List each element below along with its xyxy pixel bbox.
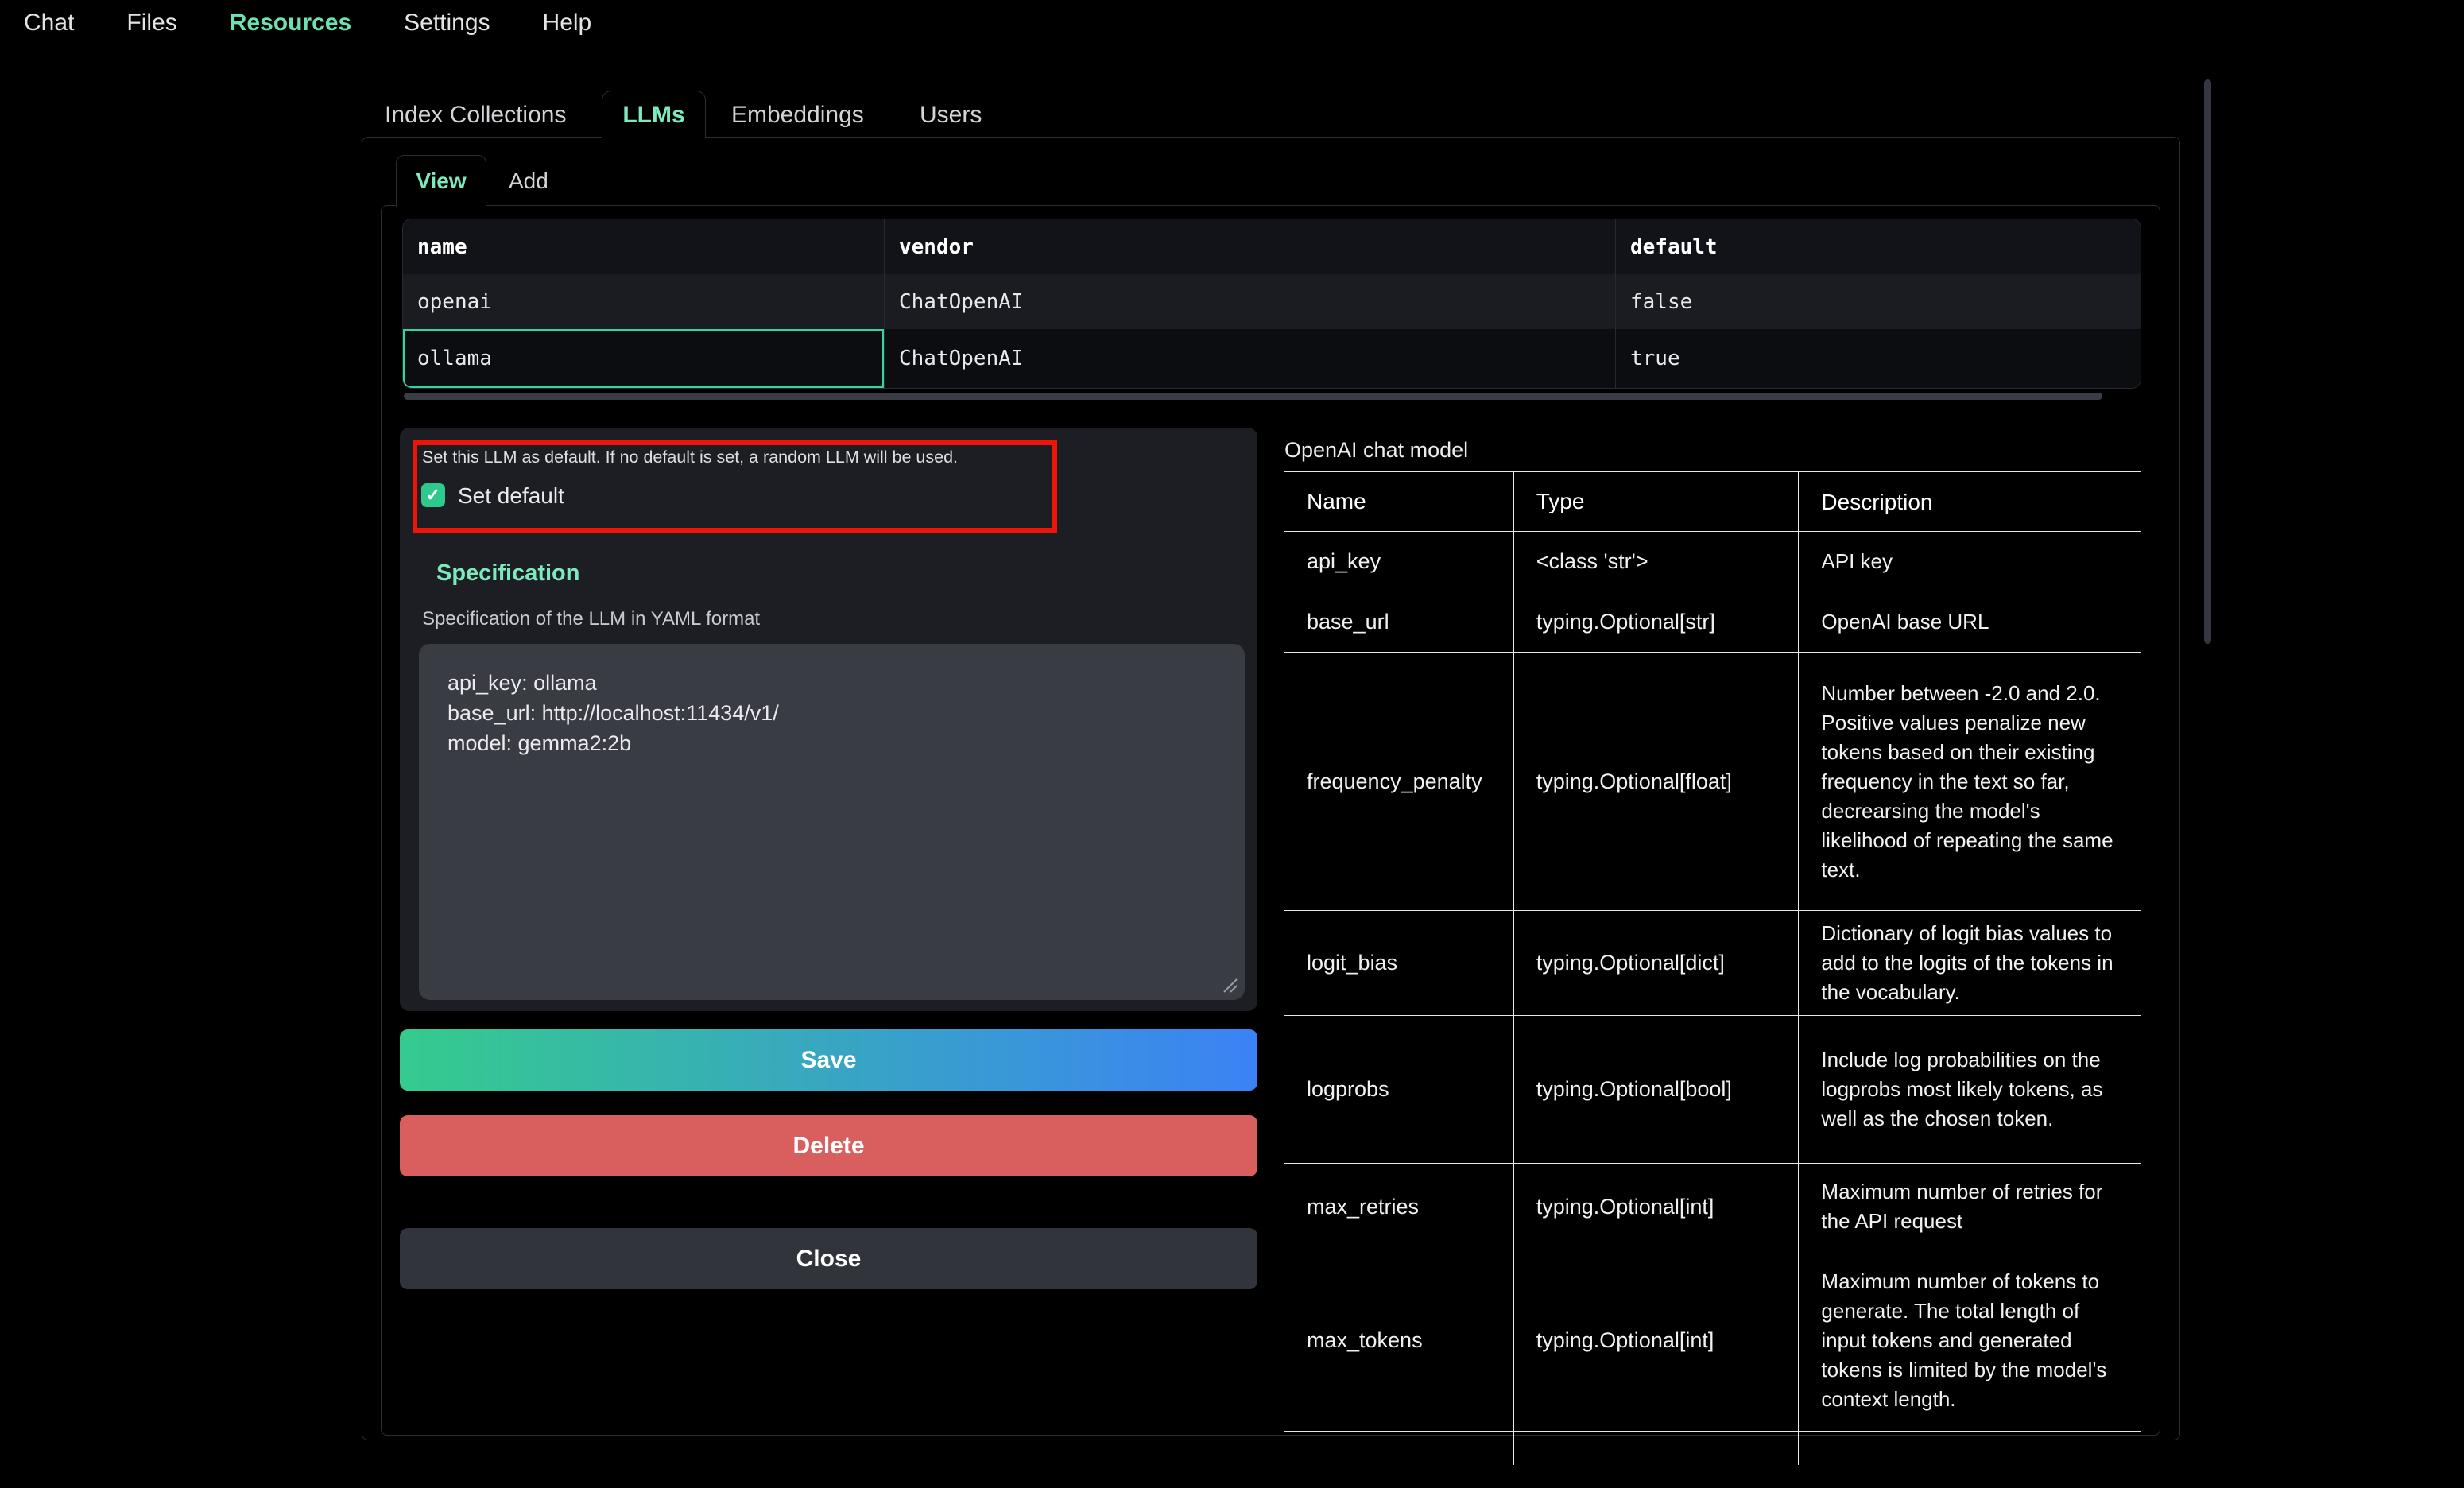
vertical-scrollbar[interactable] (2204, 79, 2211, 644)
set-default-checkbox[interactable]: ✓ (421, 483, 445, 507)
col-description: Description (1799, 472, 2141, 532)
param-type: typing.Optional[float] (1514, 653, 1800, 911)
param-type: typing.Optional[int] (1514, 1164, 1800, 1250)
llm-col-vendor: vendor (885, 219, 1616, 274)
col-type: Type (1514, 472, 1800, 532)
horizontal-scrollbar[interactable] (404, 393, 2102, 400)
checkmark-icon: ✓ (426, 485, 440, 506)
cell-default[interactable]: false (1616, 274, 2141, 329)
model-info-table: Name Type Description api_key <class 'st… (1284, 471, 2144, 1465)
nav-item-resources[interactable]: Resources (230, 10, 351, 37)
table-row: logit_bias typing.Optional[dict] Diction… (1284, 911, 2141, 1016)
param-name: logit_bias (1284, 911, 1514, 1016)
table-row-ollama[interactable]: ollama ChatOpenAI true (403, 329, 2141, 388)
param-name: max_tokens (1284, 1250, 1514, 1432)
table-row: api_key <class 'str'> API key (1284, 532, 2141, 591)
param-type: typing.Optional[str] (1514, 591, 1800, 653)
llm-col-default: default (1616, 219, 2141, 274)
table-row-openai[interactable]: openai ChatOpenAI false (403, 274, 2141, 329)
tab-embeddings[interactable]: Embeddings (731, 102, 864, 129)
param-description: Maximum number of retries for the API re… (1799, 1164, 2141, 1250)
cell-vendor[interactable]: ChatOpenAI (885, 329, 1616, 388)
col-name: Name (1284, 472, 1514, 532)
set-default-help-text: Set this LLM as default. If no default i… (422, 448, 958, 467)
llm-list-table: name vendor default openai ChatOpenAI fa… (402, 219, 2141, 389)
save-button[interactable]: Save (400, 1029, 1257, 1091)
cell-name[interactable]: openai (403, 274, 885, 329)
subtab-add[interactable]: Add (509, 169, 548, 194)
yaml-spec-textarea[interactable]: api_key: ollama base_url: http://localho… (419, 644, 1245, 1000)
delete-button[interactable]: Delete (400, 1115, 1257, 1176)
param-description: Number between -2.0 and 2.0. Positive va… (1799, 653, 2141, 911)
tab-llms[interactable]: LLMs (602, 91, 706, 138)
param-description: Include log probabilities on the logprob… (1799, 1016, 2141, 1164)
nav-item-files[interactable]: Files (126, 10, 176, 37)
table-row: logprobs typing.Optional[bool] Include l… (1284, 1016, 2141, 1164)
param-type: typing.Optional[bool] (1514, 1016, 1800, 1164)
specification-heading: Specification (436, 560, 580, 587)
subtab-view[interactable]: View (396, 155, 486, 207)
tab-users[interactable]: Users (920, 102, 982, 129)
param-description: Dictionary of logit bias values to add t… (1799, 911, 2141, 1016)
table-row: max_retries typing.Optional[int] Maximum… (1284, 1164, 2141, 1250)
param-name: api_key (1284, 532, 1514, 591)
specification-sublabel: Specification of the LLM in YAML format (422, 608, 760, 630)
nav-item-settings[interactable]: Settings (404, 10, 490, 37)
tab-llms-label: LLMs (622, 102, 684, 129)
nav-item-chat[interactable]: Chat (24, 10, 74, 37)
subtab-view-label: View (416, 169, 466, 194)
param-type: typing.Optional[dict] (1514, 911, 1800, 1016)
close-button[interactable]: Close (400, 1228, 1257, 1289)
model-info-header: Name Type Description (1284, 472, 2141, 532)
param-name: frequency_penalty (1284, 653, 1514, 911)
param-name: logprobs (1284, 1016, 1514, 1164)
param-description: OpenAI base URL (1799, 591, 2141, 653)
param-type (1514, 1432, 1800, 1465)
table-row: frequency_penalty typing.Optional[float]… (1284, 653, 2141, 911)
param-name (1284, 1432, 1514, 1465)
table-row: base_url typing.Optional[str] OpenAI bas… (1284, 591, 2141, 653)
llm-table-header: name vendor default (403, 219, 2141, 274)
table-row: max_tokens typing.Optional[int] Maximum … (1284, 1250, 2141, 1432)
param-name: max_retries (1284, 1164, 1514, 1250)
tab-index-collections[interactable]: Index Collections (385, 102, 566, 129)
param-description (1799, 1432, 2141, 1465)
param-type: typing.Optional[int] (1514, 1250, 1800, 1432)
table-row-partial (1284, 1432, 2141, 1465)
cell-vendor[interactable]: ChatOpenAI (885, 274, 1616, 329)
cell-default[interactable]: true (1616, 329, 2141, 388)
param-description: Maximum number of tokens to generate. Th… (1799, 1250, 2141, 1432)
nav-item-help[interactable]: Help (543, 10, 592, 37)
textarea-resize-handle-icon[interactable] (1219, 975, 1238, 994)
llm-col-name: name (403, 219, 885, 274)
param-type: <class 'str'> (1514, 532, 1800, 591)
cell-name-selected[interactable]: ollama (403, 329, 885, 388)
param-name: base_url (1284, 591, 1514, 653)
param-description: API key (1799, 532, 2141, 591)
set-default-label: Set default (458, 483, 564, 509)
top-nav: Chat Files Resources Settings Help (24, 10, 591, 37)
model-info-title: OpenAI chat model (1284, 438, 1468, 463)
